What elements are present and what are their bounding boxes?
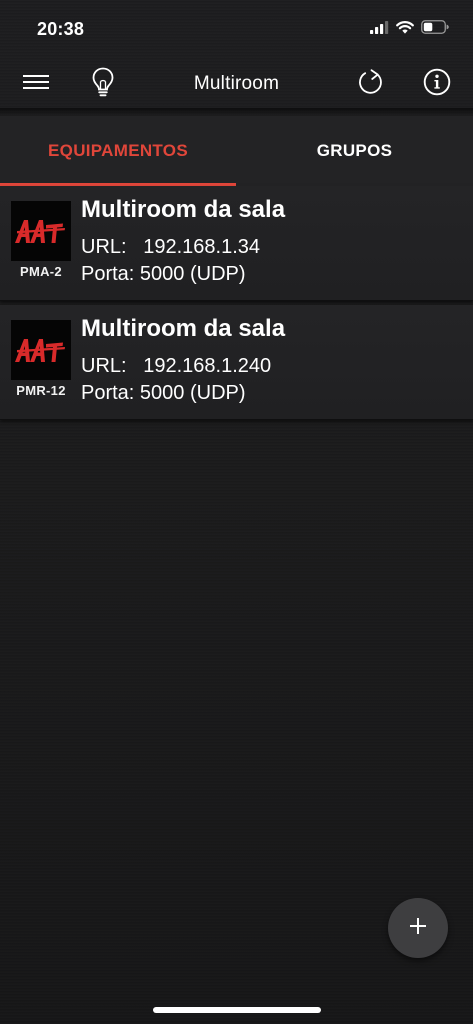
refresh-icon xyxy=(357,67,385,102)
add-device-button[interactable] xyxy=(388,898,448,958)
home-indicator[interactable] xyxy=(153,1007,321,1013)
app-bar: Multiroom xyxy=(0,58,473,110)
device-model: PMR-12 xyxy=(16,383,66,398)
brand-logo-icon xyxy=(11,201,71,261)
cellular-signal-icon xyxy=(370,20,389,39)
status-bar: 20:38 xyxy=(0,0,473,58)
wifi-icon xyxy=(396,20,414,39)
plus-icon xyxy=(408,916,428,941)
device-port: Porta: 5000 (UDP) xyxy=(81,263,246,285)
app-title: Multiroom xyxy=(193,73,280,94)
tab-equipamentos[interactable]: EQUIPAMENTOS xyxy=(0,116,236,186)
app-bar-shadow xyxy=(0,108,473,116)
device-list: PMA-2 Multiroom da sala URL: 192.168.1.3… xyxy=(0,186,473,424)
device-card[interactable]: PMA-2 Multiroom da sala URL: 192.168.1.3… xyxy=(0,186,473,301)
brand-logo-icon xyxy=(11,320,71,380)
device-name: Multiroom da sala xyxy=(81,196,286,223)
info-button[interactable] xyxy=(419,66,455,102)
status-time: 20:38 xyxy=(37,19,85,39)
tab-bar: EQUIPAMENTOS GRUPOS xyxy=(0,116,473,186)
tab-equipamentos-label: EQUIPAMENTOS xyxy=(48,141,188,160)
device-port: Porta: 5000 (UDP) xyxy=(81,382,246,404)
device-url: URL: 192.168.1.240 xyxy=(81,355,272,377)
tab-grupos[interactable]: GRUPOS xyxy=(236,116,473,186)
battery-icon xyxy=(421,20,449,39)
device-model: PMA-2 xyxy=(20,264,62,279)
device-name: Multiroom da sala xyxy=(81,315,286,342)
device-card[interactable]: PMR-12 Multiroom da sala URL: 192.168.1.… xyxy=(0,305,473,420)
device-url: URL: 192.168.1.34 xyxy=(81,236,261,258)
info-icon xyxy=(423,68,451,101)
status-icons xyxy=(370,20,449,39)
tab-grupos-label: GRUPOS xyxy=(316,141,393,160)
refresh-button[interactable] xyxy=(353,66,389,102)
